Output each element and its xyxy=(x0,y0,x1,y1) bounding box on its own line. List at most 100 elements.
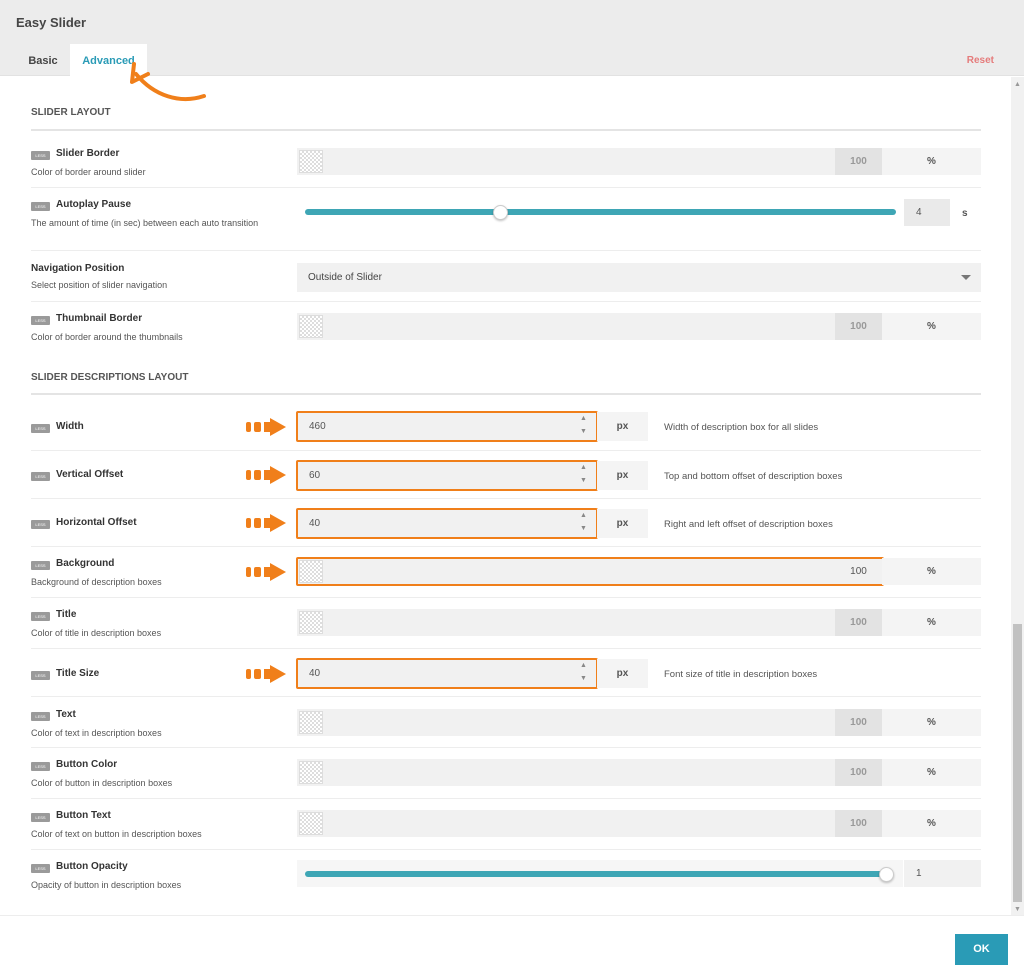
thumbnail-border-swatch[interactable] xyxy=(299,315,323,338)
button-text-opacity[interactable]: 100 xyxy=(835,810,882,837)
horizontal-offset-unit: px xyxy=(597,509,648,538)
dialog-header: Easy Slider Basic Advanced Reset xyxy=(0,0,1024,77)
button-color-opacity[interactable]: 100 xyxy=(835,759,882,786)
pointer-arrow-icon xyxy=(246,466,286,484)
button-color-swatch[interactable] xyxy=(299,761,323,784)
tab-basic[interactable]: Basic xyxy=(20,44,66,77)
ok-button[interactable]: OK xyxy=(955,934,1008,965)
row-divider xyxy=(31,498,981,499)
background-label: LESS Background xyxy=(31,558,114,570)
row-divider xyxy=(31,696,981,697)
thumbnail-border-label: LESS Thumbnail Border xyxy=(31,313,142,325)
vertical-offset-unit: px xyxy=(597,461,648,490)
text-color-unit: % xyxy=(882,709,981,736)
less-icon: LESS xyxy=(31,202,50,211)
autoplay-pause-unit: s xyxy=(962,208,968,219)
less-icon: LESS xyxy=(31,520,50,529)
text-color-label: LESS Text xyxy=(31,709,76,721)
button-text-label: LESS Button Text xyxy=(31,810,111,822)
vertical-offset-help: Top and bottom offset of description box… xyxy=(664,471,843,482)
autoplay-pause-slider[interactable] xyxy=(305,209,896,215)
pointer-arrow-icon xyxy=(246,418,286,436)
button-color-unit: % xyxy=(882,759,981,786)
scrollbar-thumb[interactable] xyxy=(1013,624,1022,902)
title-color-label: LESS Title xyxy=(31,609,76,621)
title-size-unit: px xyxy=(597,659,648,688)
vertical-offset-label: LESS Vertical Offset xyxy=(31,469,123,481)
scroll-down-icon[interactable]: ▼ xyxy=(1014,906,1021,913)
highlight-frame xyxy=(296,658,598,689)
tab-advanced[interactable]: Advanced xyxy=(70,44,147,77)
title-color-field[interactable] xyxy=(297,609,835,636)
row-divider xyxy=(31,849,981,850)
text-color-opacity[interactable]: 100 xyxy=(835,709,882,736)
highlight-frame xyxy=(296,411,598,442)
title-color-opacity[interactable]: 100 xyxy=(835,609,882,636)
row-divider xyxy=(31,187,981,188)
less-icon: LESS xyxy=(31,612,50,621)
text-color-swatch[interactable] xyxy=(299,711,323,734)
less-icon: LESS xyxy=(31,561,50,570)
slider-border-desc: Color of border around slider xyxy=(31,167,146,177)
width-help: Width of description box for all slides xyxy=(664,422,819,433)
highlight-frame xyxy=(296,557,884,586)
chevron-down-icon[interactable] xyxy=(961,275,971,280)
slider-border-opacity[interactable]: 100 xyxy=(835,148,882,175)
button-opacity-value[interactable]: 1 xyxy=(904,860,981,887)
width-unit: px xyxy=(597,412,648,441)
navigation-position-label: Navigation Position xyxy=(31,263,125,274)
horizontal-offset-help: Right and left offset of description box… xyxy=(664,519,833,530)
pointer-arrow-icon xyxy=(246,563,286,581)
thumbnail-border-desc: Color of border around the thumbnails xyxy=(31,332,183,342)
row-divider xyxy=(31,798,981,799)
width-label: LESS Width xyxy=(31,421,84,433)
slider-border-swatch[interactable] xyxy=(299,150,323,173)
row-divider xyxy=(31,450,981,451)
highlight-frame xyxy=(296,460,598,491)
dialog-footer: OK xyxy=(0,915,1024,979)
autoplay-pause-desc: The amount of time (in sec) between each… xyxy=(31,218,259,228)
highlight-frame xyxy=(296,508,598,539)
autoplay-pause-slider-handle[interactable] xyxy=(493,205,509,220)
less-icon: LESS xyxy=(31,424,50,433)
text-color-field[interactable] xyxy=(297,709,835,736)
reset-button[interactable]: Reset xyxy=(967,55,994,66)
navigation-position-desc: Select position of slider navigation xyxy=(31,280,168,290)
scroll-up-icon[interactable]: ▲ xyxy=(1014,81,1021,88)
less-icon: LESS xyxy=(31,762,50,771)
button-text-unit: % xyxy=(882,810,981,837)
button-opacity-slider-handle[interactable] xyxy=(879,867,894,882)
title-color-desc: Color of title in description boxes xyxy=(31,628,162,638)
title-color-unit: % xyxy=(882,609,981,636)
button-color-label: LESS Button Color xyxy=(31,759,117,771)
row-divider xyxy=(31,648,981,649)
slider-border-color-field[interactable] xyxy=(297,148,835,175)
row-divider xyxy=(31,250,981,251)
less-icon: LESS xyxy=(31,472,50,481)
button-color-field[interactable] xyxy=(297,759,835,786)
slider-border-unit: % xyxy=(882,148,981,175)
thumbnail-border-color-field[interactable] xyxy=(297,313,835,340)
autoplay-pause-value[interactable]: 4 xyxy=(904,199,950,226)
dialog-title: Easy Slider xyxy=(16,15,87,30)
background-unit: % xyxy=(882,558,981,585)
row-divider xyxy=(31,546,981,547)
title-color-swatch[interactable] xyxy=(299,611,323,634)
row-divider xyxy=(31,747,981,748)
less-icon: LESS xyxy=(31,864,50,873)
title-size-help: Font size of title in description boxes xyxy=(664,669,818,680)
thumbnail-border-opacity[interactable]: 100 xyxy=(835,313,882,340)
text-color-desc: Color of text in description boxes xyxy=(31,728,162,738)
button-opacity-slider[interactable] xyxy=(305,871,887,877)
button-opacity-label: LESS Button Opacity xyxy=(31,861,128,873)
button-text-swatch[interactable] xyxy=(299,812,323,835)
pointer-arrow-icon xyxy=(246,665,286,683)
scrollbar[interactable]: ▲ ▼ xyxy=(1011,77,1024,915)
less-icon: LESS xyxy=(31,316,50,325)
button-text-desc: Color of text on button in description b… xyxy=(31,829,202,839)
button-text-color-field[interactable] xyxy=(297,810,835,837)
navigation-position-select[interactable]: Outside of Slider xyxy=(297,263,981,292)
section-divider xyxy=(31,129,981,131)
pointer-arrow-icon xyxy=(246,514,286,532)
less-icon: LESS xyxy=(31,813,50,822)
